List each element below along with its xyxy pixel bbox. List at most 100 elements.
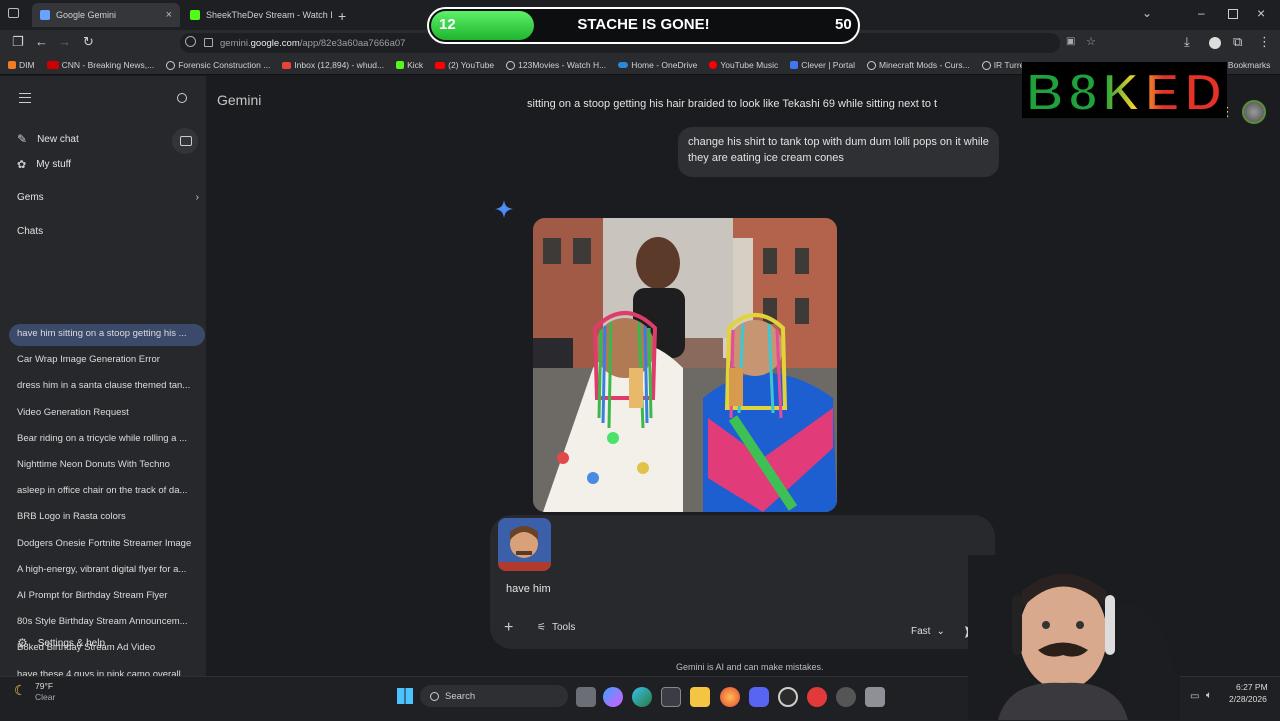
weather-temp[interactable]: 79°F [35, 681, 53, 691]
reload-icon[interactable]: ↻ [83, 34, 94, 50]
tools-label: Tools [551, 622, 576, 633]
extensions-icon[interactable]: ⧉ [1233, 34, 1242, 50]
chat-history-item[interactable]: dress him in a santa clause themed tan..… [17, 380, 199, 391]
chevron-down-icon: ⌄ [936, 626, 945, 637]
app-icon[interactable] [865, 687, 885, 707]
store-icon[interactable] [661, 687, 681, 707]
add-attachment-button[interactable]: + [504, 619, 513, 637]
bookmark-label: Forensic Construction ... [178, 60, 271, 70]
media-player-icon[interactable] [807, 687, 827, 707]
bookmark-123movies[interactable]: 123Movies - Watch H... [506, 60, 606, 70]
clock-date: 2/28/2026 [1229, 694, 1267, 704]
my-stuff-label: My stuff [36, 159, 72, 170]
chat-history-item[interactable]: have him sitting on a stoop getting his … [17, 328, 199, 339]
bookmark-forensic[interactable]: Forensic Construction ... [166, 60, 270, 70]
back-arrow-icon[interactable]: ← [35, 34, 48, 49]
chat-history-item[interactable]: Bear riding on a tricycle while rolling … [17, 433, 199, 444]
chat-history-item[interactable]: asleep in office chair on the track of d… [17, 485, 199, 496]
bookmark-minecraft[interactable]: Minecraft Mods - Curs... [867, 60, 970, 70]
bookmark-kick[interactable]: Kick [396, 60, 423, 70]
my-stuff-button[interactable]: ✿ My stuff [17, 158, 71, 171]
taskbar-search[interactable]: Search [420, 685, 568, 707]
dim-favicon-icon [8, 61, 16, 69]
goal-title: STACHE IS GONE! [577, 16, 710, 33]
chat-history-item[interactable]: A high-energy, vibrant digital flyer for… [17, 564, 199, 575]
tab-list-chevron-icon[interactable]: ⌄ [1142, 6, 1152, 20]
file-explorer-icon[interactable] [690, 687, 710, 707]
chats-heading-label: Chats [17, 226, 44, 237]
menu-icon[interactable]: ⋮ [1258, 34, 1271, 50]
prompt-input-text[interactable]: have him [506, 583, 551, 595]
chat-history-item[interactable]: Nighttime Neon Donuts With Techno [17, 459, 199, 470]
bookmark-dim[interactable]: DIM [8, 60, 35, 70]
hamburger-line [19, 97, 31, 98]
chat-history-item[interactable]: Dodgers Onesie Fortnite Streamer Image [17, 538, 199, 549]
bookmark-cnn[interactable]: CNN - Breaking News,... [46, 60, 154, 70]
windows-start-icon[interactable] [397, 688, 413, 704]
gems-section[interactable]: Gems › [17, 192, 199, 203]
network-icon[interactable]: ▭ [1190, 691, 1199, 702]
site-info-icon[interactable] [185, 36, 196, 47]
model-selector[interactable]: Fast ⌄ [911, 626, 945, 637]
account-avatar[interactable] [1242, 100, 1266, 124]
bookmark-label: Clever | Portal [801, 60, 855, 70]
bookmark-inbox[interactable]: Inbox (12,894) - whud... [282, 60, 384, 70]
bookmark-clever[interactable]: Clever | Portal [790, 60, 855, 70]
app-title[interactable]: Gemini [217, 92, 261, 108]
disclaimer-text: Gemini is AI and can make mistakes. [676, 662, 824, 672]
svg-text:B8KED: B8KED [1026, 64, 1222, 118]
restore-button[interactable] [1228, 9, 1238, 19]
hamburger-menu-icon[interactable] [19, 93, 31, 103]
new-chat-button[interactable]: ✎ New chat [17, 132, 79, 146]
chat-history-item[interactable]: BRB Logo in Rasta colors [17, 511, 199, 522]
tab-sheekthedev-stream[interactable]: SheekTheDev Stream - Watch L × [182, 3, 332, 27]
goal-target-count: 50 [835, 16, 852, 33]
reader-view-icon[interactable]: ▣ [1066, 36, 1075, 47]
sidebar-toggle-icon[interactable]: ❐ [12, 34, 24, 50]
edge-icon[interactable] [632, 687, 652, 707]
close-window-button[interactable]: × [1257, 5, 1265, 21]
tab-actions-icon[interactable] [8, 8, 19, 18]
kick-icon [396, 61, 405, 69]
attached-image-thumbnail[interactable] [498, 518, 551, 571]
clock-time[interactable]: 6:27 PM [1236, 682, 1268, 692]
chat-history-item[interactable]: Video Generation Request [17, 407, 199, 418]
copilot-icon[interactable] [603, 687, 623, 707]
bookmark-youtube-music[interactable]: YouTube Music [709, 60, 778, 70]
temporary-chat-icon[interactable] [172, 128, 198, 154]
goal-progress-overlay: 12 STACHE IS GONE! 50 [427, 7, 860, 44]
settings-help-button[interactable]: ⚙ Settings & help [17, 636, 105, 650]
clever-icon [790, 61, 799, 69]
minimize-button[interactable]: – [1198, 6, 1205, 20]
bookmark-youtube[interactable]: (2) YouTube [435, 60, 494, 70]
user-message-bubble: change his shirt to tank top with dum du… [678, 127, 999, 177]
chat-history-item[interactable]: 80s Style Birthday Stream Announcem... [17, 616, 199, 627]
task-view-icon[interactable] [576, 687, 596, 707]
forward-arrow-icon[interactable]: → [58, 34, 71, 49]
chat-history-item[interactable]: AI Prompt for Birthday Stream Flyer [17, 590, 199, 601]
obs-icon[interactable] [778, 687, 798, 707]
download-icon[interactable]: ⤓ [1184, 34, 1190, 50]
gems-label: Gems [17, 192, 44, 203]
star-icon[interactable]: ☆ [1086, 35, 1096, 48]
generated-image[interactable] [533, 218, 837, 512]
tools-button[interactable]: ⚟ Tools [537, 622, 575, 633]
bookmark-onedrive[interactable]: Home - OneDrive [618, 60, 697, 70]
webcam-overlay [968, 555, 1180, 720]
tab-google-gemini[interactable]: Google Gemini × [32, 3, 180, 27]
close-tab-icon[interactable]: × [166, 9, 172, 21]
search-icon [430, 691, 439, 701]
user-message-text: change his shirt to tank top with dum du… [688, 136, 989, 164]
previous-user-message: sitting on a stoop getting his hair brai… [527, 98, 938, 110]
chat-history-item[interactable]: Car Wrap Image Generation Error [17, 354, 199, 365]
generated-image-illustration [533, 218, 837, 512]
search-icon[interactable] [177, 93, 187, 103]
new-tab-button[interactable]: + [338, 8, 346, 24]
volume-icon[interactable]: 🔈︎ [1206, 690, 1212, 701]
firefox-icon[interactable] [720, 687, 740, 707]
bookmark-label: Home - OneDrive [631, 60, 698, 70]
extension-w-icon[interactable] [1209, 37, 1221, 49]
prompt-input-box[interactable]: have him + ⚟ Tools Fast ⌄ [490, 515, 995, 649]
discord-icon[interactable] [749, 687, 769, 707]
settings-gear-icon[interactable] [836, 687, 856, 707]
